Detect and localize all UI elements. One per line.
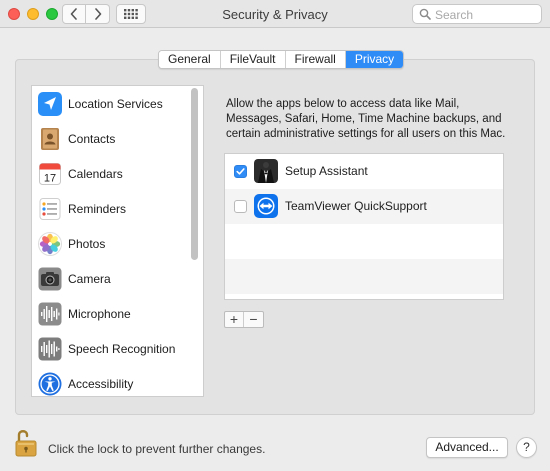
description-line: Messages, Safari, Home, Time Machine bac… [226,113,502,125]
microphone-waveform-icon [38,302,62,325]
sidebar-item-speech-recognition[interactable]: Speech Recognition [32,331,192,366]
sidebar-item-label: Microphone [68,306,131,321]
location-arrow-icon [38,91,62,116]
add-app-button[interactable]: + [225,312,244,327]
search-field[interactable] [412,4,542,24]
chevron-left-icon [70,8,77,20]
tab-privacy[interactable]: Privacy [345,51,404,68]
app-checkbox[interactable] [234,165,247,178]
title-bar: Security & Privacy [0,0,550,28]
sidebar-item-photos[interactable]: Photos [32,226,192,261]
lock-message: Click the lock to prevent further change… [48,442,266,456]
speech-waveform-icon [38,337,62,360]
tab-filevault[interactable]: FileVault [220,51,286,68]
sidebar-item-label: Photos [68,236,106,251]
app-row-teamviewer[interactable]: TeamViewer QuickSupport [225,189,503,224]
description-line: certain administrative settings for all … [226,128,506,140]
forward-button[interactable] [86,4,110,24]
chevron-right-icon [94,8,101,20]
empty-row [225,224,503,259]
app-checkbox[interactable] [234,200,247,213]
setup-assistant-icon [254,159,278,183]
app-label: TeamViewer QuickSupport [285,199,427,213]
sidebar-item-label: Speech Recognition [68,341,176,356]
sidebar-item-label: Camera [68,271,111,286]
sidebar-item-contacts[interactable]: Contacts [32,121,192,156]
search-icon [419,8,431,20]
contacts-book-icon [41,127,59,150]
back-button[interactable] [62,4,86,24]
empty-row [225,259,503,294]
sidebar-item-label: Calendars [68,166,123,181]
sidebar-item-calendars[interactable]: 17 Calendars [32,156,192,191]
teamviewer-icon [254,194,278,218]
sidebar-item-label: Reminders [68,201,127,216]
privacy-category-list[interactable]: Location Services Contacts 17 Calendars [31,85,204,397]
show-all-button[interactable] [116,4,146,24]
minimize-window-button[interactable] [27,8,39,20]
help-button[interactable]: ? [516,437,537,458]
sidebar-item-accessibility[interactable]: Accessibility [32,366,192,396]
category-list-scrollbar[interactable] [191,88,198,260]
camera-icon [38,267,62,290]
reminders-list-icon [39,197,61,220]
app-label: Setup Assistant [285,164,368,178]
tab-bar: General FileVault Firewall Privacy [158,50,405,69]
tab-firewall[interactable]: Firewall [285,51,346,68]
calendar-icon: 17 [39,162,61,185]
sidebar-item-location-services[interactable]: Location Services [32,86,192,121]
add-remove-buttons: + − [224,311,264,328]
sidebar-item-label: Location Services [68,96,163,111]
tab-general[interactable]: General [159,51,221,68]
remove-app-button[interactable]: − [244,312,263,327]
description-line: Allow the apps below to access data like… [226,98,460,110]
lock-open-icon[interactable] [15,428,37,458]
photos-flower-icon [38,231,62,256]
app-list: Setup Assistant TeamViewer QuickSupport [224,153,504,300]
grid-icon [124,9,138,19]
zoom-window-button[interactable] [46,8,58,20]
sidebar-item-label: Accessibility [68,376,134,391]
sidebar-item-reminders[interactable]: Reminders [32,191,192,226]
app-row-setup-assistant[interactable]: Setup Assistant [225,154,503,189]
svg-text:17: 17 [44,172,56,184]
accessibility-icon [38,372,62,395]
advanced-button[interactable]: Advanced... [426,437,508,458]
sidebar-item-microphone[interactable]: Microphone [32,296,192,331]
security-privacy-window: Security & Privacy General FileVault Fir… [0,0,550,471]
sidebar-item-camera[interactable]: Camera [32,261,192,296]
checkmark-icon [236,168,245,175]
close-window-button[interactable] [8,8,20,20]
search-input[interactable] [433,7,537,22]
sidebar-item-label: Contacts [68,131,116,146]
privacy-description: Allow the apps below to access data like… [226,97,516,142]
